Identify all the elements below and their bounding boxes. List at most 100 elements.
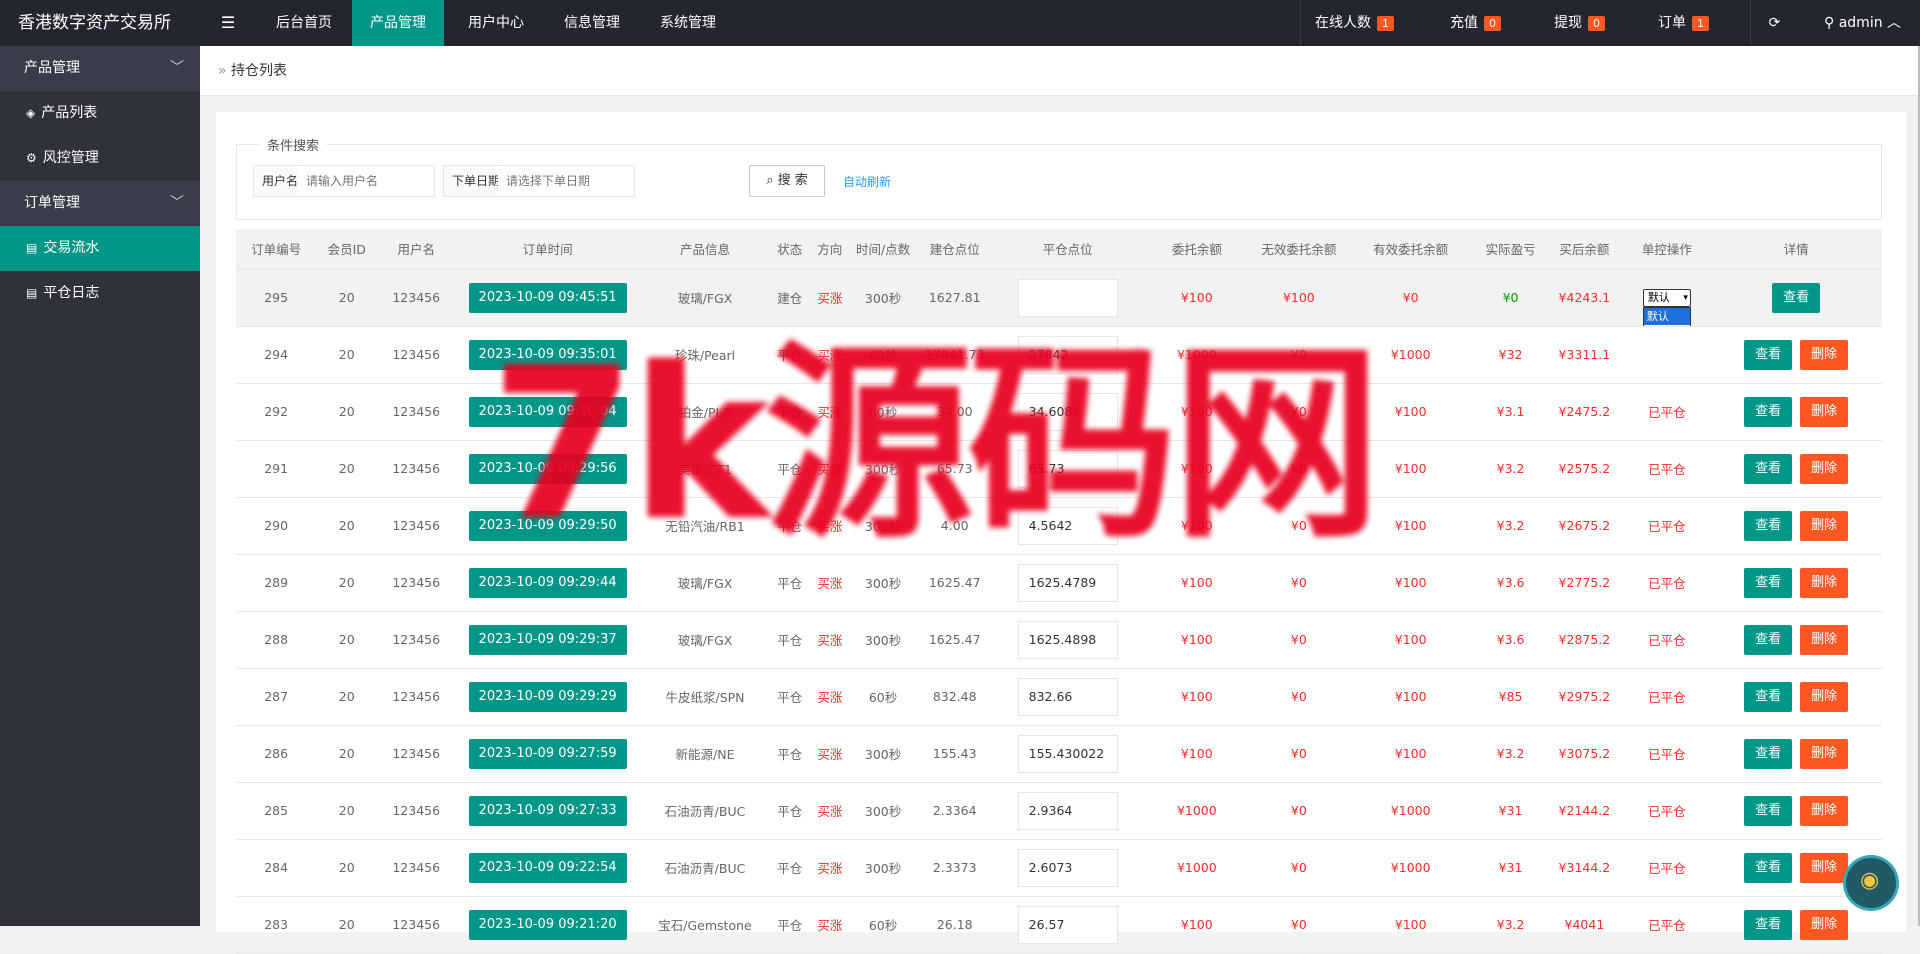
status-cell: 平仓	[770, 383, 810, 441]
view-button[interactable]: 查看	[1744, 396, 1793, 427]
delete-button[interactable]: 删除	[1800, 738, 1849, 769]
control-cell: 已平仓	[1623, 440, 1711, 498]
view-button[interactable]: 查看	[1772, 282, 1821, 313]
delete-button[interactable]: 删除	[1800, 681, 1849, 712]
order-time-badge: 2023-10-09 09:29:37	[468, 624, 627, 655]
sidebar-item-risk-control[interactable]: ⚙ 风控管理	[0, 136, 200, 181]
direction-cell: 买涨	[809, 554, 851, 612]
duration-cell: 60秒	[850, 383, 916, 441]
product-cell: 无铅汽油/RB1	[639, 497, 771, 555]
view-button[interactable]: 查看	[1744, 339, 1793, 370]
direction-cell: 买涨	[809, 839, 851, 897]
nav-product-management[interactable]: 产品管理	[352, 0, 444, 46]
date-input[interactable]	[498, 166, 632, 196]
view-button[interactable]: 查看	[1744, 624, 1793, 655]
delete-button[interactable]: 删除	[1800, 852, 1849, 883]
status-cell: 平仓	[770, 326, 810, 384]
close-price-input[interactable]: 4.5642	[1017, 506, 1118, 545]
view-button[interactable]: 查看	[1744, 909, 1793, 940]
close-price-input[interactable]: 26.57	[1017, 905, 1118, 944]
refresh-icon[interactable]: ⟳	[1750, 0, 1798, 46]
direction-cell: 买涨	[809, 782, 851, 840]
user-menu[interactable]: ⚲ admin ︿	[1810, 0, 1920, 46]
close-price-input[interactable]: 832.66	[1017, 677, 1118, 716]
search-button[interactable]: ⌕ 搜 索	[749, 165, 825, 197]
nav-system-management[interactable]: 系统管理	[642, 0, 734, 46]
actions-cell: 查看 删除	[1710, 782, 1882, 840]
status-cell: 建仓	[770, 269, 810, 327]
member-id-cell: 20	[316, 383, 378, 441]
delete-button[interactable]: 删除	[1800, 624, 1849, 655]
view-button[interactable]: 查看	[1744, 681, 1793, 712]
view-button[interactable]: 查看	[1744, 795, 1793, 826]
member-id-cell: 20	[316, 782, 378, 840]
view-button[interactable]: 查看	[1744, 738, 1793, 769]
delete-button[interactable]: 删除	[1800, 339, 1849, 370]
sidebar-group-product[interactable]: 产品管理 ﹀	[0, 46, 200, 91]
username-cell: 123456	[377, 440, 456, 498]
control-select-box[interactable]: 默认 ▾	[1642, 288, 1691, 307]
close-price-input[interactable]: 34.6086	[1017, 392, 1118, 431]
close-price-cell: 1625.4898	[993, 611, 1142, 669]
view-button[interactable]: 查看	[1744, 453, 1793, 484]
view-button[interactable]: 查看	[1744, 510, 1793, 541]
delete-button[interactable]: 删除	[1800, 453, 1849, 484]
open-price-cell: 34.00	[915, 383, 994, 441]
sidebar-item-trade-flow[interactable]: ▤ 交易流水	[0, 226, 200, 271]
delete-button[interactable]: 删除	[1800, 795, 1849, 826]
delete-button[interactable]: 删除	[1800, 909, 1849, 940]
order-time-cell: 2023-10-09 09:29:37	[455, 611, 640, 669]
order-time-cell: 2023-10-09 09:22:54	[455, 839, 640, 897]
withdraw-count[interactable]: 提现 0	[1540, 0, 1630, 46]
close-price-input[interactable]: 155.430022	[1017, 734, 1118, 773]
close-price-input[interactable]: 1625.4898	[1017, 620, 1118, 659]
duration-cell: 300秒	[850, 554, 916, 612]
close-price-input[interactable]: 2.9364	[1017, 791, 1118, 830]
direction-cell: 买涨	[809, 497, 851, 555]
delete-button[interactable]: 删除	[1800, 567, 1849, 598]
date-field: 下单日期	[443, 165, 635, 197]
status-cell: 平仓	[770, 668, 810, 726]
column-header: 用户名	[377, 229, 456, 270]
column-header: 时间/点数	[850, 229, 916, 270]
sidebar-item-close-log[interactable]: ▤ 平仓日志	[0, 271, 200, 316]
sidebar-group-order[interactable]: 订单管理 ﹀	[0, 181, 200, 226]
view-button[interactable]: 查看	[1744, 567, 1793, 598]
auto-refresh-link[interactable]: 自动刷新	[843, 173, 891, 190]
product-cell: 铂金/PLA	[639, 383, 771, 441]
balance-after-cell: ¥2875.2	[1545, 611, 1624, 669]
sidebar-item-product-list[interactable]: ◈ 产品列表	[0, 91, 200, 136]
nav-home[interactable]: 后台首页	[258, 0, 350, 46]
valid-amount-cell: ¥100	[1345, 725, 1476, 783]
order-id-cell: 295	[236, 269, 317, 327]
hamburger-icon[interactable]: ☰	[208, 0, 248, 46]
delete-button[interactable]: 删除	[1800, 510, 1849, 541]
close-price-cell: 1625.4789	[993, 554, 1142, 612]
close-price-input[interactable]: 1625.4789	[1017, 563, 1118, 602]
close-price-input[interactable]: 65.73	[1017, 449, 1118, 488]
dropdown-option[interactable]: 默认	[1643, 307, 1690, 325]
close-price-input[interactable]: 27842	[1017, 335, 1118, 374]
floating-assistant-button[interactable]: ◉	[1846, 858, 1896, 908]
invalid-amount-cell: ¥0	[1252, 497, 1346, 555]
online-count[interactable]: 在线人数 1	[1300, 0, 1420, 46]
close-price-input[interactable]	[1017, 278, 1118, 317]
order-id-cell: 287	[236, 668, 317, 726]
order-time-badge: 2023-10-09 09:27:59	[468, 738, 627, 769]
control-cell: 已平仓	[1623, 725, 1711, 783]
view-button[interactable]: 查看	[1744, 852, 1793, 883]
nav-info-management[interactable]: 信息管理	[546, 0, 638, 46]
close-price-input[interactable]: 2.6073	[1017, 848, 1118, 887]
order-time-badge: 2023-10-09 09:27:33	[468, 795, 627, 826]
nav-user-center[interactable]: 用户中心	[450, 0, 542, 46]
control-select[interactable]: 默认 ▾ 默认盈亏全盈全亏	[1642, 288, 1691, 325]
recharge-count[interactable]: 充值 0	[1436, 0, 1526, 46]
pnl-cell: ¥3.2	[1475, 896, 1546, 954]
valid-amount-cell: ¥100	[1345, 554, 1476, 612]
pnl-cell: ¥0	[1475, 269, 1546, 327]
username-input[interactable]	[298, 166, 432, 196]
direction-cell: 买涨	[809, 326, 851, 384]
delete-button[interactable]: 删除	[1800, 396, 1849, 427]
order-count[interactable]: 订单 1	[1644, 0, 1734, 46]
balance-after-cell: ¥2475.2	[1545, 383, 1624, 441]
